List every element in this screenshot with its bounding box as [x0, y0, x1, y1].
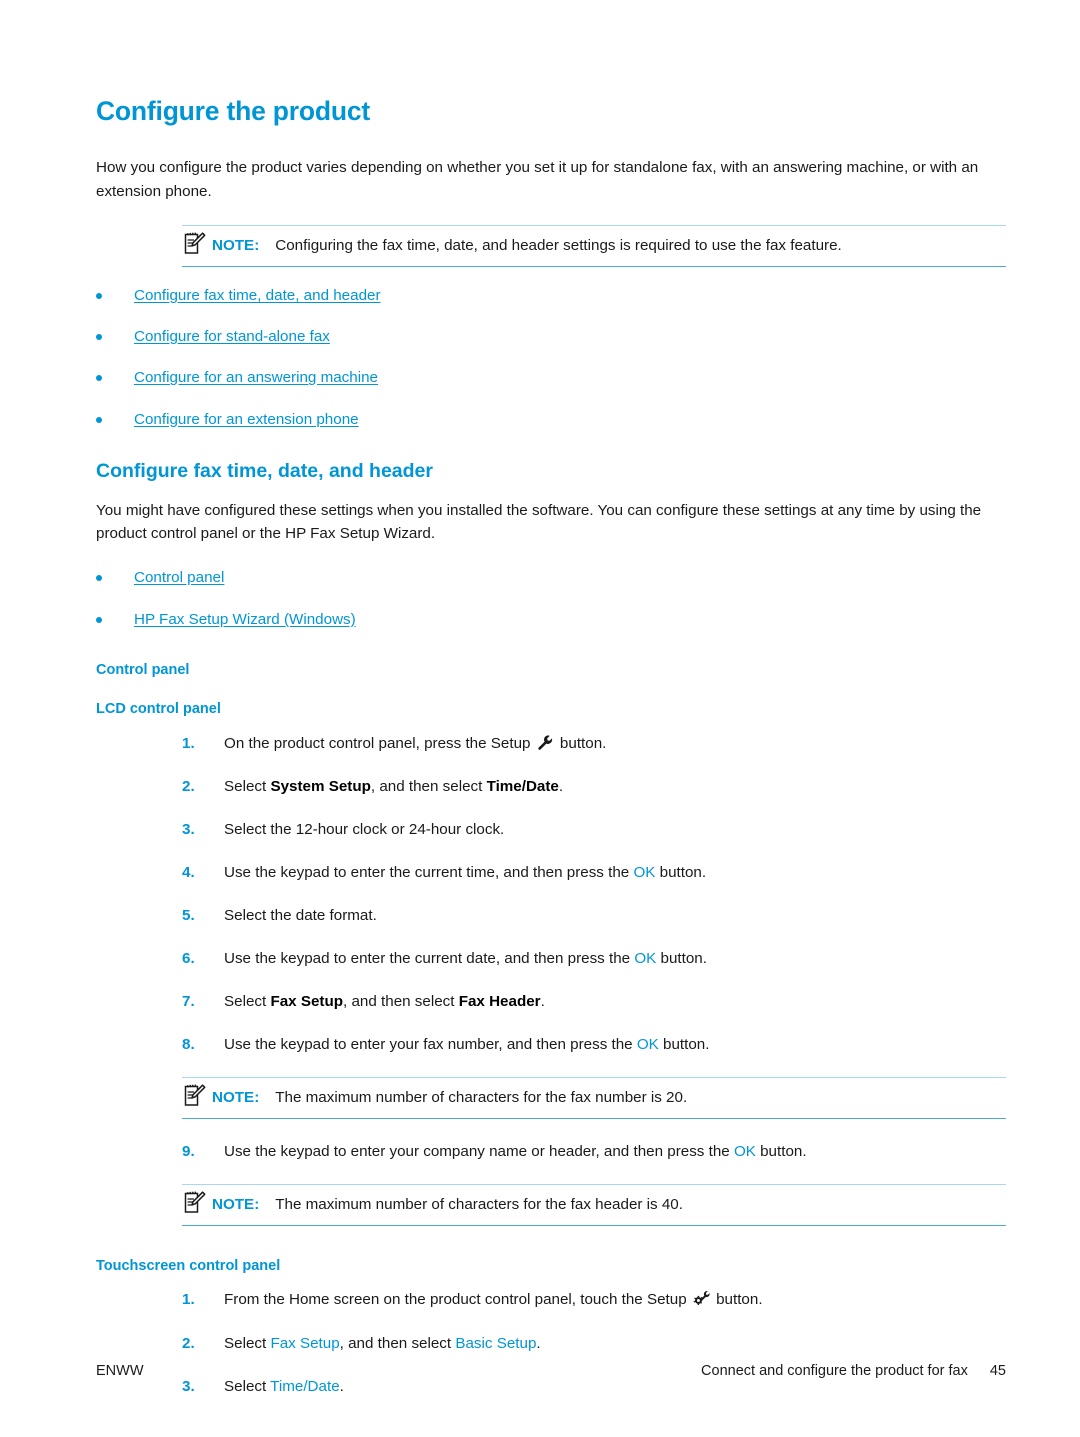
step-item: 3. Select the 12-hour clock or 24-hour cl…: [182, 819, 1006, 841]
ui-label-accent: Time/Date: [270, 1377, 340, 1395]
note-pad-pencil-icon: [182, 1189, 206, 1215]
list-item: Configure for stand-alone fax: [96, 326, 1006, 347]
step-item: 4. Use the keypad to enter the current ti…: [182, 862, 1006, 884]
ui-label-bold: Time/Date: [486, 777, 559, 795]
ui-label-accent: OK: [633, 863, 656, 881]
list-item: Configure for an extension phone: [96, 409, 1006, 430]
step-number: 1.: [182, 734, 195, 752]
step-number: 8.: [182, 1035, 195, 1053]
document-page: Configure the product How you configure …: [0, 0, 1080, 1437]
note-pad-pencil-icon: [182, 1082, 206, 1108]
step-item: 2. Select System Setup, and then select T…: [182, 776, 1006, 798]
toc-link-list: Configure fax time, date, and header Conf…: [96, 285, 1006, 430]
footer-running-head: Connect and configure the product for fa…: [701, 1363, 968, 1379]
bullet-dot-icon: [96, 292, 102, 299]
step-item: 9. Use the keypad to enter your company n…: [182, 1141, 1006, 1163]
section-link-list: Control panel HP Fax Setup Wizard (Window…: [96, 567, 1006, 630]
list-item: Configure for an answering machine: [96, 367, 1006, 388]
toc-link-2[interactable]: Configure for stand-alone fax: [134, 328, 330, 345]
note-text: The maximum number of characters for the…: [275, 1088, 688, 1106]
step-text: Select the 12-hour clock or 24-hour cloc…: [224, 820, 505, 838]
toc-link-4[interactable]: Configure for an extension phone: [134, 411, 359, 428]
note-label: NOTE:: [212, 1196, 260, 1214]
step-item: 6. Use the keypad to enter the current da…: [182, 948, 1006, 970]
section-link-2[interactable]: HP Fax Setup Wizard (Windows): [134, 611, 356, 628]
lcd-steps-list: 1. On the product control panel, press th…: [182, 733, 1006, 1227]
footer-locale: ENWW: [96, 1363, 144, 1379]
step-number: 6.: [182, 949, 195, 967]
ui-label-accent: OK: [733, 1143, 756, 1161]
step-text: Use the keypad to enter your fax number,…: [224, 1035, 710, 1053]
ui-label-bold: Fax Header: [458, 992, 541, 1010]
note-label: NOTE:: [212, 1088, 260, 1106]
note-label: NOTE:: [212, 236, 260, 254]
note-box: NOTE: The maximum number of characters fo…: [182, 1184, 1006, 1227]
note-pad-pencil-icon: [182, 230, 206, 256]
step-number: 5.: [182, 906, 195, 924]
step-number: 9.: [182, 1143, 195, 1161]
ui-label-accent: OK: [634, 949, 657, 967]
step-number: 3.: [182, 820, 195, 838]
control-panel-heading: Control panel: [96, 661, 190, 678]
toc-link-3[interactable]: Configure for an answering machine: [134, 369, 378, 386]
step-text: On the product control panel, press the …: [224, 734, 607, 752]
note-text: The maximum number of characters for the…: [275, 1196, 683, 1214]
step-text: Select Fax Setup, and then select Fax He…: [224, 992, 545, 1010]
list-item: Configure fax time, date, and header: [96, 285, 1006, 306]
section-paragraph: You might have configured these settings…: [96, 502, 982, 543]
note-box: NOTE: The maximum number of characters fo…: [182, 1076, 1006, 1120]
touchscreen-steps-list: 1. From the Home screen on the product co…: [182, 1289, 1006, 1397]
step-text: Use the keypad to enter your company nam…: [224, 1143, 807, 1161]
bullet-dot-icon: [96, 333, 102, 340]
step-item: 7. Select Fax Setup, and then select Fax …: [182, 991, 1006, 1013]
list-item: HP Fax Setup Wizard (Windows): [96, 609, 1006, 630]
step-item: 8. Use the keypad to enter your fax numbe…: [182, 1034, 1006, 1056]
gear-wrench-icon: [693, 1290, 710, 1307]
ui-label-accent: Fax Setup: [270, 1334, 340, 1352]
step-text: Select System Setup, and then select Tim…: [224, 777, 564, 795]
step-item: 1. On the product control panel, press th…: [182, 733, 1006, 755]
page-footer: ENWW Connect and configure the product f…: [96, 1363, 1006, 1379]
page-title: Configure the product: [96, 96, 371, 126]
note-box-intro: NOTE: Configuring the fax time, date, an…: [182, 224, 1006, 267]
bullet-dot-icon: [96, 375, 102, 382]
ui-label-bold: Fax Setup: [270, 992, 344, 1010]
ui-label-bold: System Setup: [270, 777, 371, 795]
step-number: 2.: [182, 1334, 195, 1352]
wrench-icon: [537, 734, 554, 751]
intro-paragraph: How you configure the product varies dep…: [96, 159, 979, 200]
list-item: Control panel: [96, 567, 1006, 588]
step-note-item: NOTE: The maximum number of characters fo…: [182, 1076, 1006, 1120]
step-item: 5. Select the date format.: [182, 905, 1006, 927]
step-text: Select Fax Setup, and then select Basic …: [224, 1334, 541, 1352]
section-link-1[interactable]: Control panel: [134, 569, 224, 586]
step-text: From the Home screen on the product cont…: [224, 1290, 763, 1309]
footer-page-number: 45: [989, 1363, 1006, 1379]
bullet-dot-icon: [96, 575, 102, 582]
step-text: Use the keypad to enter the current date…: [224, 949, 707, 967]
step-number: 7.: [182, 992, 195, 1010]
bullet-dot-icon: [96, 616, 102, 623]
note-text: Configuring the fax time, date, and head…: [275, 236, 842, 254]
step-text: Select Time/Date.: [224, 1377, 344, 1395]
page-content: Configure the product How you configure …: [96, 96, 1006, 1419]
toc-link-1[interactable]: Configure fax time, date, and header: [134, 287, 381, 304]
step-number: 1.: [182, 1291, 195, 1309]
section-heading: Configure fax time, date, and header: [96, 459, 433, 482]
step-item: 2. Select Fax Setup, and then select Basi…: [182, 1333, 1006, 1355]
step-number: 2.: [182, 777, 195, 795]
step-text: Use the keypad to enter the current time…: [224, 863, 707, 881]
step-note-item: NOTE: The maximum number of characters fo…: [182, 1184, 1006, 1227]
ui-label-accent: OK: [636, 1035, 659, 1053]
touchscreen-control-panel-heading: Touchscreen control panel: [96, 1258, 281, 1275]
step-number: 4.: [182, 863, 195, 881]
ui-label-accent: Basic Setup: [455, 1334, 537, 1352]
bullet-dot-icon: [96, 416, 102, 423]
lcd-control-panel-heading: LCD control panel: [96, 701, 221, 718]
step-item: 1. From the Home screen on the product co…: [182, 1289, 1006, 1311]
step-text: Select the date format.: [224, 906, 377, 924]
